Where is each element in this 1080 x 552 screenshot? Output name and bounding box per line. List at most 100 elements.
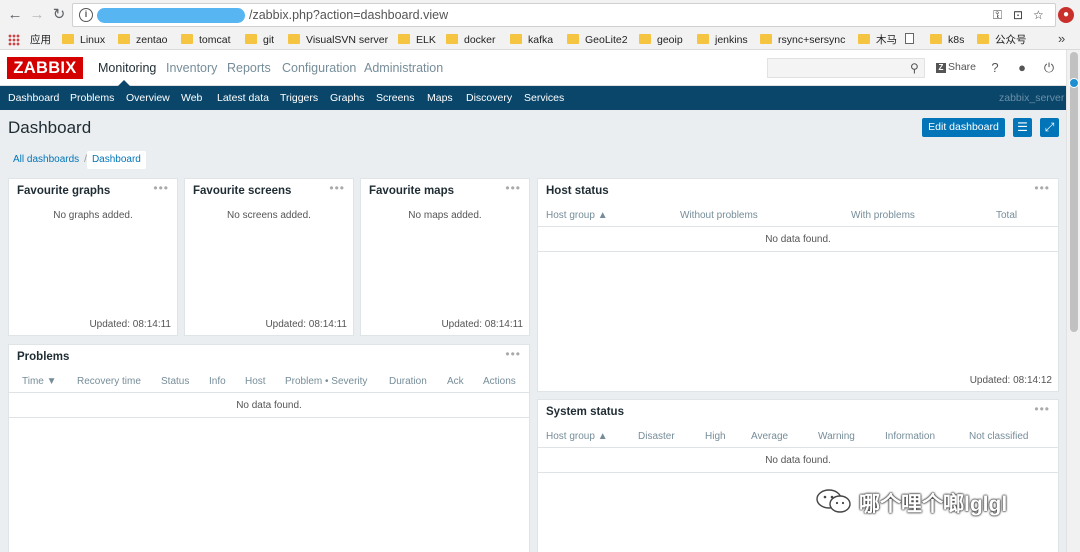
column-host-group[interactable]: Host group ▲ bbox=[546, 210, 608, 221]
wechat-logo-icon bbox=[816, 489, 851, 513]
subnav-web[interactable]: Web bbox=[181, 92, 202, 104]
bookmarks-more[interactable]: » bbox=[1058, 31, 1065, 46]
widget-updated-time: Updated: 08:14:11 bbox=[265, 319, 347, 330]
column-problem-severity: Problem • Severity bbox=[285, 376, 368, 387]
subnav-maps[interactable]: Maps bbox=[427, 92, 453, 104]
column-actions: Actions bbox=[483, 376, 516, 387]
column-host: Host bbox=[245, 376, 266, 387]
widget-host-status: Host status ••• Host group ▲ Without pro… bbox=[537, 178, 1059, 392]
bookmark-docker[interactable]: docker bbox=[446, 33, 496, 47]
table-header: Host group ▲ Without problems With probl… bbox=[538, 205, 1058, 227]
share-button[interactable]: Z Share bbox=[936, 61, 976, 73]
widget-menu-icon[interactable]: ••• bbox=[1034, 181, 1050, 195]
column-warning: Warning bbox=[818, 431, 855, 442]
bookmark-visualsvn[interactable]: VisualSVN server bbox=[288, 33, 388, 47]
menu-monitoring[interactable]: Monitoring bbox=[98, 61, 156, 75]
scroll-indicator-icon bbox=[1069, 78, 1079, 88]
url-path: /zabbix.php?action=dashboard.view bbox=[249, 8, 449, 22]
menu-administration[interactable]: Administration bbox=[364, 61, 443, 75]
widget-menu-icon[interactable]: ••• bbox=[153, 181, 169, 195]
bookmark-page[interactable] bbox=[905, 33, 920, 47]
folder-icon bbox=[446, 34, 458, 44]
subnav-graphs[interactable]: Graphs bbox=[330, 92, 364, 104]
widget-menu-icon[interactable]: ••• bbox=[329, 181, 345, 195]
bookmark-geoip[interactable]: geoip bbox=[639, 33, 683, 47]
scrollbar-thumb[interactable] bbox=[1070, 52, 1078, 332]
breadcrumb-current[interactable]: Dashboard bbox=[86, 151, 146, 169]
bookmark-trojan[interactable]: 木马 bbox=[858, 33, 897, 47]
key-icon[interactable]: ⚿ bbox=[993, 8, 1002, 23]
folder-icon bbox=[62, 34, 74, 44]
column-information: Information bbox=[885, 431, 936, 442]
widget-menu-icon[interactable]: ••• bbox=[505, 181, 521, 195]
bookmark-linux[interactable]: Linux bbox=[62, 33, 105, 47]
bookmark-kafka[interactable]: kafka bbox=[510, 33, 553, 47]
widget-menu-icon[interactable]: ••• bbox=[1034, 402, 1050, 416]
subnav-screens[interactable]: Screens bbox=[376, 92, 415, 104]
widget-updated-time: Updated: 08:14:11 bbox=[89, 319, 171, 330]
search-icon[interactable]: ⚲ bbox=[910, 61, 919, 75]
subnav-dashboard[interactable]: Dashboard bbox=[8, 92, 59, 104]
folder-icon bbox=[245, 34, 257, 44]
subnav-triggers[interactable]: Triggers bbox=[280, 92, 318, 104]
column-host-group[interactable]: Host group ▲ bbox=[546, 431, 608, 442]
star-icon[interactable]: ☆ bbox=[1033, 8, 1044, 22]
apps-grid-icon[interactable] bbox=[8, 34, 20, 46]
bookmark-rsync[interactable]: rsync+sersync bbox=[760, 33, 845, 47]
browser-address-row: ← → ↻ i /zabbix.php?action=dashboard.vie… bbox=[0, 0, 1080, 30]
widget-favourite-maps: Favourite maps ••• No maps added. Update… bbox=[360, 178, 530, 336]
back-arrow-icon[interactable]: ← bbox=[6, 6, 24, 24]
extension-icon[interactable]: ● bbox=[1058, 7, 1074, 23]
bookmark-geolite2[interactable]: GeoLite2 bbox=[567, 33, 628, 47]
forward-arrow-icon[interactable]: → bbox=[28, 6, 46, 24]
info-icon[interactable]: i bbox=[79, 8, 93, 22]
page-scrollbar[interactable] bbox=[1066, 50, 1080, 552]
user-profile-icon[interactable]: ● bbox=[1015, 60, 1029, 75]
help-icon[interactable]: ? bbox=[988, 60, 1002, 75]
bookmark-apps[interactable]: 应用 bbox=[30, 33, 51, 47]
bookmark-jenkins[interactable]: jenkins bbox=[697, 33, 748, 47]
bookmark-wechat[interactable]: 公众号 bbox=[977, 33, 1027, 47]
widget-favourite-graphs: Favourite graphs ••• No graphs added. Up… bbox=[8, 178, 178, 336]
table-header: Time ▼ Recovery time Status Info Host Pr… bbox=[9, 371, 529, 393]
widget-menu-icon[interactable]: ••• bbox=[505, 347, 521, 361]
breadcrumb-all-dashboards[interactable]: All dashboards bbox=[8, 154, 84, 165]
edit-dashboard-button[interactable]: Edit dashboard bbox=[922, 118, 1005, 137]
folder-icon bbox=[930, 34, 942, 44]
sub-navigation: Dashboard Problems Overview Web Latest d… bbox=[0, 86, 1066, 110]
dashboard-list-button[interactable]: ☰ bbox=[1013, 118, 1032, 137]
column-not-classified: Not classified bbox=[969, 431, 1029, 442]
search-input[interactable] bbox=[767, 58, 925, 78]
folder-icon bbox=[639, 34, 651, 44]
subnav-problems[interactable]: Problems bbox=[70, 92, 114, 104]
bookmark-git[interactable]: git bbox=[245, 33, 274, 47]
bookmark-zentao[interactable]: zentao bbox=[118, 33, 168, 47]
widget-title: System status bbox=[546, 406, 624, 418]
widget-updated-time: Updated: 08:14:12 bbox=[969, 375, 1052, 386]
bookmark-k8s[interactable]: k8s bbox=[930, 33, 964, 47]
column-with-problems: With problems bbox=[851, 210, 915, 221]
widget-problems: Problems ••• Time ▼ Recovery time Status… bbox=[8, 344, 530, 552]
subnav-latest-data[interactable]: Latest data bbox=[217, 92, 269, 104]
sign-out-icon[interactable]: ⏻ bbox=[1042, 60, 1056, 76]
subnav-discovery[interactable]: Discovery bbox=[466, 92, 512, 104]
menu-inventory[interactable]: Inventory bbox=[166, 61, 217, 75]
widget-updated-time: Updated: 08:14:11 bbox=[441, 319, 523, 330]
column-without-problems: Without problems bbox=[680, 210, 758, 221]
fullscreen-icon: ⤢ bbox=[1044, 120, 1055, 134]
menu-configuration[interactable]: Configuration bbox=[282, 61, 356, 75]
address-bar[interactable]: i /zabbix.php?action=dashboard.view ⚿ ⊡ … bbox=[72, 3, 1056, 27]
column-time[interactable]: Time ▼ bbox=[22, 376, 57, 387]
page-icon bbox=[905, 33, 914, 44]
translate-icon[interactable]: ⊡ bbox=[1013, 8, 1023, 22]
bookmark-tomcat[interactable]: tomcat bbox=[181, 33, 231, 47]
bookmark-elk[interactable]: ELK bbox=[398, 33, 436, 47]
widget-title: Favourite graphs bbox=[17, 185, 111, 197]
menu-reports[interactable]: Reports bbox=[227, 61, 271, 75]
zabbix-logo[interactable]: ZABBIX bbox=[7, 57, 83, 79]
widget-empty-message: No graphs added. bbox=[53, 210, 133, 221]
subnav-services[interactable]: Services bbox=[524, 92, 564, 104]
subnav-overview[interactable]: Overview bbox=[126, 92, 170, 104]
reload-icon[interactable]: ↻ bbox=[50, 6, 68, 24]
fullscreen-button[interactable]: ⤢ bbox=[1040, 118, 1059, 137]
